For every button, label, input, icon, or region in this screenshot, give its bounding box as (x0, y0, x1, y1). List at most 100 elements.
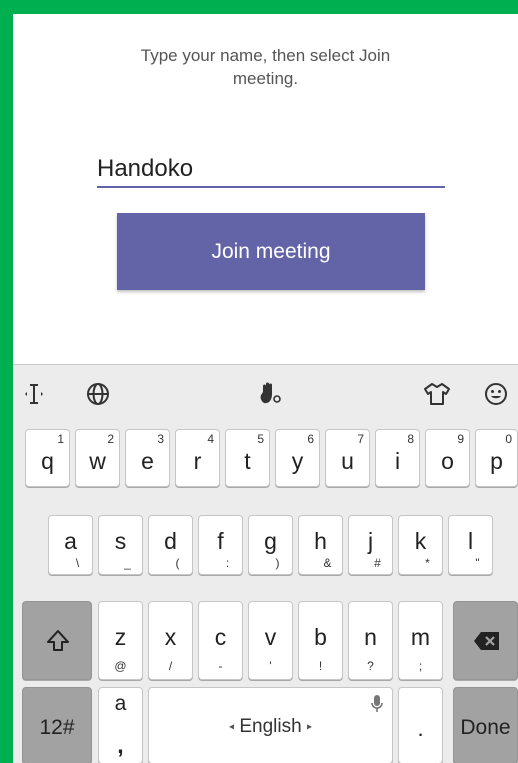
key-m[interactable]: m ; (398, 601, 443, 680)
key-label: o (441, 448, 454, 474)
key-hint: @ (114, 659, 127, 673)
key-label: y (291, 448, 304, 474)
key-hint: & (323, 556, 332, 570)
key-u[interactable]: 7 u (325, 429, 370, 487)
key-hint: _ (124, 556, 131, 570)
key-hint: 4 (207, 432, 214, 446)
key-hint: ; (418, 659, 423, 673)
key-hint: 3 (157, 432, 164, 446)
key-w[interactable]: 2 w (75, 429, 120, 487)
key-label: e (141, 448, 154, 474)
key-r[interactable]: 4 r (175, 429, 220, 487)
comma-key[interactable]: a , (98, 687, 143, 763)
key-y[interactable]: 6 y (275, 429, 320, 487)
app-screen: Type your name, then select Join meeting… (13, 14, 518, 763)
key-label: b (314, 624, 327, 650)
instruction-line-1: Type your name, then select Join (140, 46, 391, 65)
key-hint: ! (318, 659, 323, 673)
shift-icon (45, 628, 71, 659)
key-p[interactable]: 0 p (475, 429, 518, 487)
theme-shirt-icon[interactable] (422, 379, 452, 409)
key-hint: ( (175, 556, 180, 570)
key-z[interactable]: z @ (98, 601, 143, 680)
backspace-icon (473, 630, 501, 657)
key-t[interactable]: 5 t (225, 429, 270, 487)
key-hint: 9 (457, 432, 464, 446)
key-label: t (244, 448, 251, 474)
name-input[interactable] (97, 152, 445, 188)
cursor-icon[interactable] (19, 379, 49, 409)
key-g[interactable]: g ) (248, 515, 293, 575)
key-hint: 1 (57, 432, 64, 446)
key-label: x (164, 624, 177, 650)
join-meeting-button[interactable]: Join meeting (117, 213, 425, 290)
emoji-icon[interactable] (481, 379, 511, 409)
key-v[interactable]: v ' (248, 601, 293, 680)
key-hint: 5 (257, 432, 264, 446)
key-s[interactable]: s _ (98, 515, 143, 575)
lang-next-icon: ▸ (306, 721, 312, 733)
key-label: w (89, 448, 106, 474)
key-label: a (64, 528, 77, 554)
key-a[interactable]: a \ (48, 515, 93, 575)
key-label: q (41, 448, 54, 474)
key-hint: ? (367, 659, 374, 673)
key-n[interactable]: n ? (348, 601, 393, 680)
key-label: p (490, 448, 503, 474)
numbers-symbols-key[interactable]: 12# (22, 687, 92, 763)
screenshot-frame: Type your name, then select Join meeting… (0, 0, 518, 763)
keyboard-toolbar (13, 365, 518, 421)
key-hint: ) (275, 556, 280, 570)
key-hint: 8 (407, 432, 414, 446)
key-e[interactable]: 3 e (125, 429, 170, 487)
space-key[interactable]: ◂ English ▸ (148, 687, 393, 763)
key-hint: / (168, 659, 173, 673)
period-key[interactable]: . (398, 687, 443, 763)
key-l[interactable]: l " (448, 515, 493, 575)
key-label: s (114, 528, 127, 554)
key-i[interactable]: 8 i (375, 429, 420, 487)
key-j[interactable]: j # (348, 515, 393, 575)
key-label: h (314, 528, 327, 554)
key-label: u (341, 448, 354, 474)
key-hint: - (218, 659, 223, 673)
space-language-label: ◂ English ▸ (149, 716, 392, 738)
key-k[interactable]: k * (398, 515, 443, 575)
key-hint: 0 (505, 432, 512, 446)
key-label: j (367, 528, 374, 554)
key-hint: 6 (307, 432, 314, 446)
key-label: c (214, 624, 227, 650)
key-label: m (410, 624, 431, 650)
key-x[interactable]: x / (148, 601, 193, 680)
backspace-key[interactable] (453, 601, 518, 680)
key-hint: ' (269, 659, 272, 673)
key-q[interactable]: 1 q (25, 429, 70, 487)
soft-keyboard: 1 q 2 w 3 e 4 r 5 t 6 y 7 u 8 i 9 o 0 p … (13, 364, 518, 763)
key-label: d (164, 528, 177, 554)
key-label: k (414, 528, 427, 554)
key-label: v (264, 624, 277, 650)
comma-key-alt: a (114, 692, 127, 715)
key-d[interactable]: d ( (148, 515, 193, 575)
key-h[interactable]: h & (298, 515, 343, 575)
done-key-label: Done (460, 716, 511, 739)
key-label: f (217, 528, 224, 554)
lang-prev-icon: ◂ (229, 721, 235, 733)
shift-key[interactable] (22, 601, 92, 680)
key-b[interactable]: b ! (298, 601, 343, 680)
key-hint: 7 (357, 432, 364, 446)
key-o[interactable]: 9 o (425, 429, 470, 487)
key-c[interactable]: c - (198, 601, 243, 680)
instruction-line-2: meeting. (232, 69, 299, 88)
period-key-label: . (417, 716, 424, 741)
globe-icon[interactable] (83, 379, 113, 409)
gesture-icon[interactable] (255, 379, 285, 409)
space-language-text: English (239, 716, 302, 737)
key-f[interactable]: f : (198, 515, 243, 575)
key-hint: * (425, 556, 430, 570)
key-label: i (394, 448, 401, 474)
done-key[interactable]: Done (453, 687, 518, 763)
key-label: l (467, 528, 474, 554)
key-hint: : (225, 556, 230, 570)
join-instruction: Type your name, then select Join meeting… (13, 44, 518, 90)
